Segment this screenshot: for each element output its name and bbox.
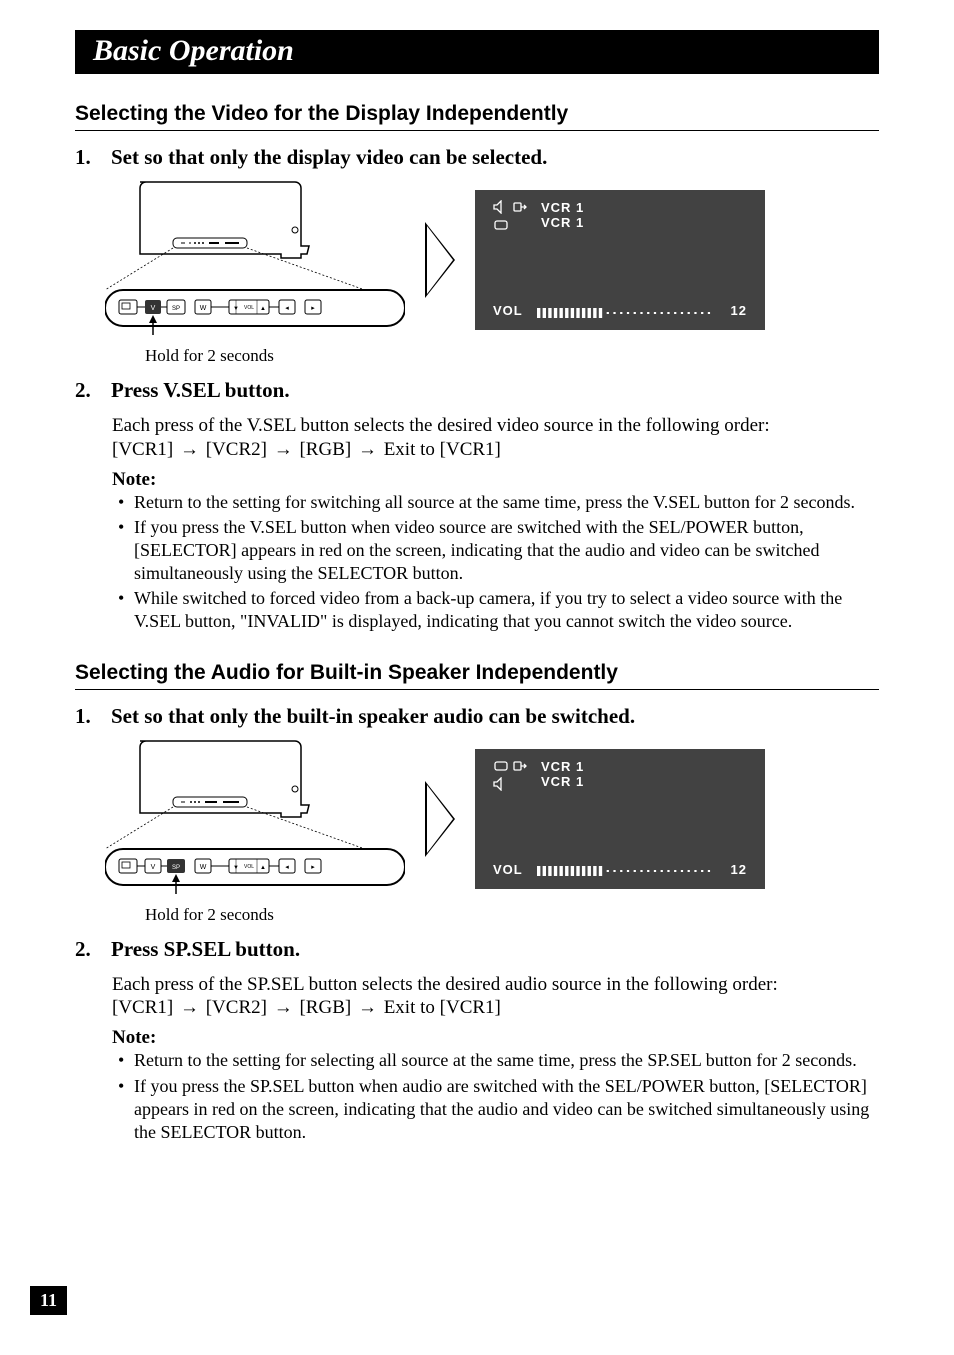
list-item: Return to the setting for switching all …	[112, 491, 879, 514]
step-2-number: 2.	[75, 378, 99, 403]
hold-caption: Hold for 2 seconds	[145, 346, 879, 366]
volume-bar	[537, 306, 717, 316]
svg-text:▲: ▲	[260, 865, 266, 871]
svg-text:VOL: VOL	[244, 305, 254, 311]
vol-label: VOL	[493, 862, 523, 877]
list-item: While switched to forced video from a ba…	[112, 587, 879, 633]
list-item: If you press the SP.SEL button when audi…	[112, 1075, 879, 1144]
note-list-video: Return to the setting for switching all …	[112, 491, 879, 633]
monitor-rect-icon	[493, 218, 511, 234]
speaker-icon	[493, 777, 511, 793]
sequence-video: [VCR1] → [VCR2] → [RGB] → Exit to [VCR1]	[112, 439, 879, 461]
section-heading-video: Selecting the Video for the Display Inde…	[75, 102, 879, 131]
step-2-number-b: 2.	[75, 937, 99, 962]
step-2-text: Press V.SEL button.	[111, 378, 290, 403]
osd-line-1: VCR 1	[541, 200, 584, 215]
sequence-audio: [VCR1] → [VCR2] → [RGB] → Exit to [VCR1]	[112, 997, 879, 1019]
step-1-text-b: Set so that only the built-in speaker au…	[111, 704, 635, 729]
triangle-pointer-icon	[415, 222, 465, 298]
osd-line-2: VCR 1	[541, 774, 584, 789]
osd-screen-video: VCR 1 VCR 1 VOL 12	[475, 190, 765, 330]
step-2-body-b: Each press of the SP.SEL button selects …	[112, 972, 879, 998]
step-1-number: 1.	[75, 145, 99, 170]
svg-text:◂: ◂	[285, 304, 289, 312]
volume-bar	[537, 864, 717, 874]
svg-text:◂: ◂	[285, 863, 289, 871]
svg-text:W: W	[200, 864, 207, 871]
note-label: Note:	[112, 469, 879, 491]
step-2-body: Each press of the V.SEL button selects t…	[112, 413, 879, 439]
note-label: Note:	[112, 1027, 879, 1049]
svg-text:W: W	[200, 305, 207, 312]
vol-label: VOL	[493, 303, 523, 318]
output-arrow-icon	[513, 200, 531, 216]
section-heading-audio: Selecting the Audio for Built-in Speaker…	[75, 661, 879, 690]
list-item: If you press the V.SEL button when video…	[112, 516, 879, 585]
hold-caption: Hold for 2 seconds	[145, 905, 879, 925]
list-item: Return to the setting for selecting all …	[112, 1049, 879, 1072]
output-arrow-icon	[513, 759, 531, 775]
figure-row-audio: V SP W ▼ VOL ▲ ◂ ▸	[105, 739, 879, 899]
device-illustration: V SP W ▼ VOL ▲ ◂ ▸	[105, 180, 405, 340]
vol-value: 12	[731, 303, 747, 318]
monitor-rect-icon	[493, 759, 511, 775]
triangle-pointer-icon	[415, 781, 465, 857]
step-1-text: Set so that only the display video can b…	[111, 145, 547, 170]
svg-text:VOL: VOL	[244, 864, 254, 870]
svg-text:SP: SP	[172, 306, 180, 312]
step-1-number-b: 1.	[75, 704, 99, 729]
step-2-text-b: Press SP.SEL button.	[111, 937, 300, 962]
note-list-audio: Return to the setting for selecting all …	[112, 1049, 879, 1143]
svg-text:V: V	[151, 305, 156, 312]
svg-text:V: V	[151, 864, 156, 871]
osd-line-1: VCR 1	[541, 759, 584, 774]
chapter-title: Basic Operation	[75, 30, 879, 74]
svg-text:▸: ▸	[311, 304, 315, 312]
osd-screen-audio: VCR 1 VCR 1 VOL 12	[475, 749, 765, 889]
svg-text:▸: ▸	[311, 863, 315, 871]
osd-line-2: VCR 1	[541, 215, 584, 230]
device-illustration: V SP W ▼ VOL ▲ ◂ ▸	[105, 739, 405, 899]
svg-text:▲: ▲	[260, 306, 266, 312]
vol-value: 12	[731, 862, 747, 877]
speaker-icon	[493, 200, 511, 216]
svg-text:SP: SP	[172, 865, 180, 871]
figure-row-video: V SP W ▼ VOL ▲ ◂ ▸	[105, 180, 879, 340]
page-number: 11	[30, 1286, 67, 1315]
